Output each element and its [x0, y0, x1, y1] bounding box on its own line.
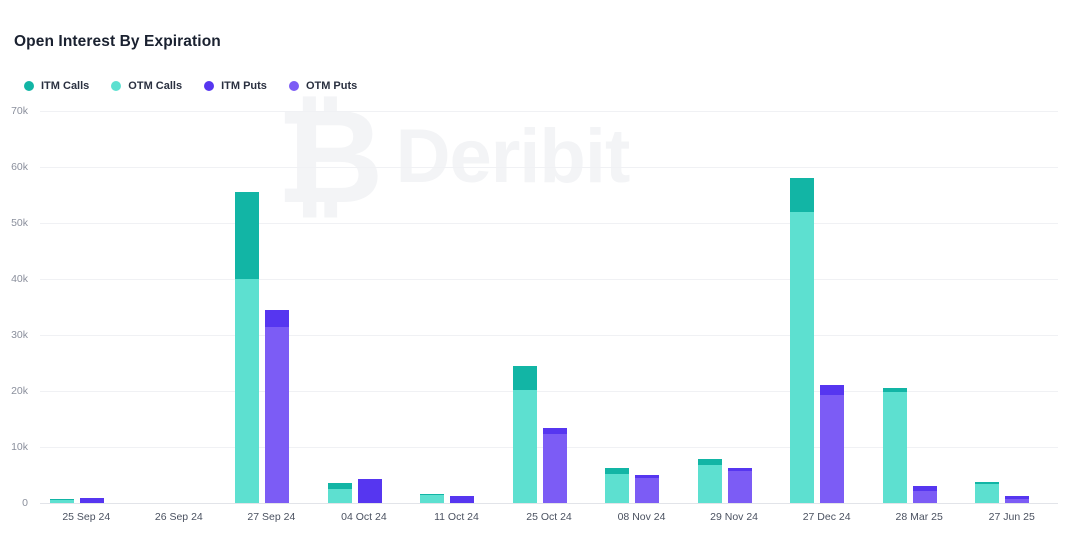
bar-segment-otm-puts[interactable]	[912, 491, 937, 503]
x-axis-tick-label: 27 Jun 25	[988, 511, 1035, 523]
bar-segment-otm-calls[interactable]	[790, 211, 815, 503]
bar-segment-itm-puts[interactable]	[450, 495, 475, 503]
y-axis-tick-label: 60k	[11, 161, 28, 173]
bar-segment-otm-puts[interactable]	[265, 326, 290, 503]
bar-segment-otm-puts[interactable]	[727, 470, 752, 503]
legend-dot-icon	[111, 81, 122, 91]
bar-group[interactable]	[318, 111, 411, 503]
bar-puts[interactable]	[357, 479, 382, 503]
legend-item-otm-calls[interactable]: OTM Calls	[111, 80, 182, 92]
bar-group[interactable]	[225, 111, 318, 503]
x-axis-labels: 25 Sep 24 26 Sep 24 27 Sep 24 04 Oct 24 11 O…	[40, 511, 1058, 535]
bar-calls[interactable]	[512, 365, 537, 503]
legend-item-otm-puts[interactable]: OTM Puts	[288, 80, 358, 92]
y-axis-tick-label: 0	[22, 497, 28, 509]
legend-dot-icon	[204, 81, 215, 91]
bar-calls[interactable]	[882, 387, 907, 503]
bar-segment-itm-puts[interactable]	[80, 497, 104, 503]
x-axis-tick-label: 27 Sep 24	[247, 511, 296, 523]
bar-segment-itm-calls[interactable]	[790, 178, 815, 212]
bar-calls[interactable]	[697, 459, 722, 503]
x-axis-tick-label: 08 Nov 24	[617, 511, 666, 523]
bar-group[interactable]	[873, 111, 966, 503]
page-title: Open Interest By Expiration	[14, 33, 221, 50]
bars-layer	[40, 111, 1058, 503]
y-axis-tick-label: 10k	[11, 441, 28, 453]
legend-item-label: OTM Puts	[305, 80, 358, 92]
bar-puts[interactable]	[727, 468, 752, 503]
x-axis-tick-label: 25 Oct 24	[526, 511, 572, 523]
x-axis-tick-label: 28 Mar 25	[895, 511, 943, 523]
bar-segment-otm-calls[interactable]	[235, 279, 260, 503]
y-axis-tick-label: 20k	[11, 385, 28, 397]
bar-puts[interactable]	[450, 495, 475, 503]
bar-segment-itm-puts[interactable]	[357, 479, 382, 503]
bar-calls[interactable]	[50, 499, 74, 503]
bar-segment-itm-calls[interactable]	[605, 467, 630, 475]
legend-item-label: ITM Puts	[221, 80, 267, 92]
bar-segment-otm-calls[interactable]	[605, 474, 630, 503]
x-axis-tick-label: 29 Nov 24	[710, 511, 759, 523]
bar-calls[interactable]	[235, 192, 260, 503]
bar-group[interactable]	[965, 111, 1058, 503]
bar-segment-itm-puts[interactable]	[265, 309, 290, 327]
y-axis-tick-label: 70k	[11, 105, 28, 117]
y-axis-tick-label: 50k	[11, 217, 28, 229]
gridline	[40, 503, 1058, 504]
bar-group[interactable]	[133, 111, 226, 503]
bar-puts[interactable]	[1005, 496, 1030, 503]
bar-segment-otm-calls[interactable]	[975, 483, 1000, 503]
bar-segment-otm-puts[interactable]	[542, 433, 567, 503]
bar-segment-otm-calls[interactable]	[50, 499, 74, 503]
bar-segment-otm-calls[interactable]	[882, 392, 907, 503]
bar-puts[interactable]	[635, 475, 660, 503]
legend-dot-icon	[24, 81, 34, 91]
legend-item-label: ITM Calls	[41, 80, 90, 92]
bar-segment-otm-puts[interactable]	[1005, 498, 1030, 503]
bar-group[interactable]	[688, 111, 781, 503]
bar-segment-otm-calls[interactable]	[512, 389, 537, 503]
bar-segment-itm-puts[interactable]	[820, 385, 845, 396]
bar-puts[interactable]	[542, 427, 567, 503]
x-axis-tick-label: 27 Dec 24	[802, 511, 851, 523]
bar-segment-otm-puts[interactable]	[635, 477, 660, 503]
legend-dot-icon	[288, 81, 299, 91]
bar-calls[interactable]	[975, 482, 1000, 503]
bar-group[interactable]	[595, 111, 688, 503]
bar-group[interactable]	[410, 111, 503, 503]
bar-segment-otm-puts[interactable]	[820, 395, 845, 503]
bar-segment-itm-calls[interactable]	[235, 192, 260, 279]
bar-segment-otm-calls[interactable]	[420, 494, 445, 503]
bar-calls[interactable]	[605, 467, 630, 503]
bar-group[interactable]	[40, 111, 133, 503]
bar-puts[interactable]	[80, 497, 104, 503]
bar-group[interactable]	[503, 111, 596, 503]
bar-calls[interactable]	[420, 494, 445, 503]
plot-area: 0 10k 20k 30k 40k 50k 60k 70k	[11, 105, 1058, 509]
y-axis-tick-label: 30k	[11, 329, 28, 341]
bar-calls[interactable]	[790, 178, 815, 503]
legend-item-itm-calls[interactable]: ITM Calls	[24, 80, 89, 92]
bar-segment-otm-calls[interactable]	[327, 489, 352, 503]
y-axis-tick-label: 40k	[11, 273, 28, 285]
bar-puts[interactable]	[820, 385, 845, 503]
x-axis-tick-label: 11 Oct 24	[434, 511, 479, 523]
legend-item-itm-puts[interactable]: ITM Puts	[204, 80, 267, 92]
legend-item-label: OTM Calls	[128, 80, 183, 92]
chart-legend: ITM Calls OTM Calls ITM Puts OTM Puts	[24, 80, 379, 92]
x-axis-tick-label: 25 Sep 24	[62, 511, 111, 523]
bar-segment-itm-calls[interactable]	[512, 365, 537, 390]
x-axis-tick-label: 26 Sep 24	[154, 511, 203, 523]
bar-calls[interactable]	[327, 482, 352, 503]
bar-puts[interactable]	[912, 486, 937, 503]
bar-puts[interactable]	[265, 309, 290, 503]
x-axis-tick-label: 04 Oct 24	[341, 511, 387, 523]
bar-group[interactable]	[780, 111, 873, 503]
bar-segment-otm-calls[interactable]	[697, 465, 722, 503]
chart-panel: Open Interest By Expiration ITM Calls OTM…	[0, 0, 1068, 559]
